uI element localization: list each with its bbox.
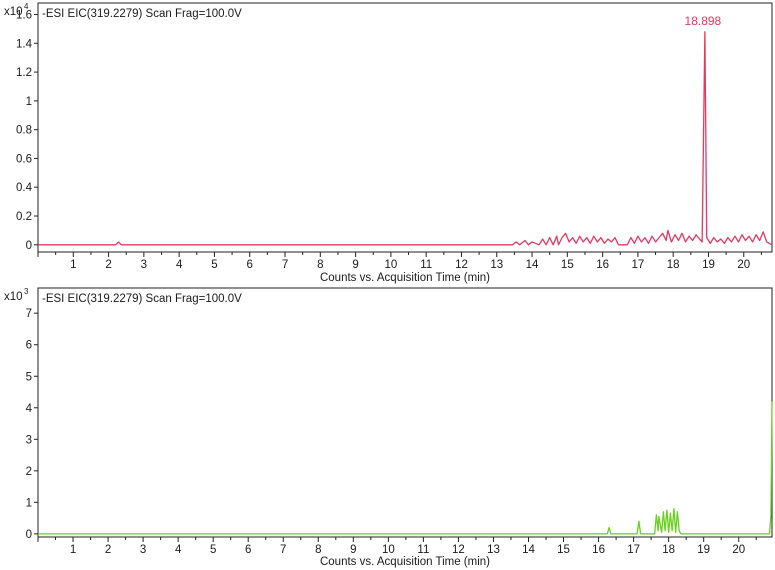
x-tick-label: 15 bbox=[561, 259, 574, 271]
plot-title: -ESI EIC(319.2279) Scan Frag=100.0V bbox=[42, 293, 242, 305]
x-axis-title: Counts vs. Acquisition Time (min) bbox=[320, 556, 490, 568]
x-tick-label: 14 bbox=[522, 544, 535, 556]
x-tick-label: 7 bbox=[282, 259, 288, 271]
y-tick-label: 6 bbox=[26, 340, 32, 352]
x-tick-label: 1 bbox=[70, 259, 76, 271]
y-multiplier-exponent: 3 bbox=[24, 287, 29, 296]
x-tick-label: 9 bbox=[352, 259, 358, 271]
x-tick-label: 10 bbox=[382, 544, 395, 556]
x-tick-label: 20 bbox=[732, 544, 745, 556]
x-tick-label: 20 bbox=[737, 259, 750, 271]
x-tick-label: 6 bbox=[245, 544, 251, 556]
y-tick-label: 1.2 bbox=[16, 67, 32, 79]
x-tick-label: 16 bbox=[592, 544, 605, 556]
x-tick-label: 2 bbox=[105, 259, 111, 271]
plot-title: -ESI EIC(319.2279) Scan Frag=100.0V bbox=[42, 8, 242, 20]
x-tick-label: 1 bbox=[70, 544, 76, 556]
y-tick-label: 0.4 bbox=[16, 182, 33, 194]
x-tick-label: 8 bbox=[315, 544, 321, 556]
eic-chart-top: x10 4 -ESI EIC(319.2279) Scan Frag=100.0… bbox=[4, 2, 773, 284]
x-tick-label: 8 bbox=[317, 259, 323, 271]
y-multiplier-base: x10 bbox=[4, 291, 23, 303]
eic-chart-bottom: x10 3 -ESI EIC(319.2279) Scan Frag=100.0… bbox=[4, 287, 773, 568]
chart-stage: x10 4 -ESI EIC(319.2279) Scan Frag=100.0… bbox=[4, 2, 773, 568]
y-tick-label: 2 bbox=[26, 466, 32, 478]
x-tick-label: 4 bbox=[176, 259, 183, 271]
y-tick-label: 1.6 bbox=[16, 10, 32, 22]
y-tick-label: 0.8 bbox=[16, 125, 32, 137]
x-tick-label: 12 bbox=[455, 259, 468, 271]
x-tick-label: 2 bbox=[105, 544, 111, 556]
x-tick-label: 11 bbox=[417, 544, 429, 556]
series-trace bbox=[38, 401, 773, 535]
x-tick-label: 18 bbox=[667, 259, 680, 271]
x-tick-label: 13 bbox=[487, 544, 500, 556]
x-tick-label: 19 bbox=[702, 259, 715, 271]
x-tick-label: 16 bbox=[596, 259, 609, 271]
plot-frame bbox=[37, 2, 773, 253]
y-axis: 0 1 2 3 4 5 6 7 bbox=[26, 308, 38, 541]
y-tick-label: 3 bbox=[26, 434, 32, 446]
y-tick-label: 0 bbox=[26, 529, 32, 541]
x-tick-label: 3 bbox=[141, 259, 147, 271]
x-tick-label: 13 bbox=[490, 259, 503, 271]
y-axis: 0 0.2 0.4 0.6 0.8 1 1.2 1.4 1.6 bbox=[16, 10, 38, 252]
plot-frame bbox=[37, 287, 773, 538]
x-tick-label: 10 bbox=[384, 259, 397, 271]
x-tick-label: 5 bbox=[211, 259, 217, 271]
x-tick-label: 14 bbox=[526, 259, 539, 271]
y-tick-label: 1 bbox=[26, 497, 32, 509]
series-line bbox=[38, 31, 773, 246]
x-tick-label: 9 bbox=[350, 544, 356, 556]
y-tick-label: 4 bbox=[26, 403, 33, 415]
y-tick-label: 0.6 bbox=[16, 153, 32, 165]
x-tick-label: 17 bbox=[632, 259, 645, 271]
x-tick-label: 7 bbox=[280, 544, 286, 556]
y-tick-label: 1.4 bbox=[16, 38, 33, 50]
peak-label: 18.898 bbox=[685, 14, 722, 28]
y-tick-label: 1 bbox=[26, 96, 32, 108]
x-axis: 1 2 3 4 5 6 7 8 9 10 11 12 13 14 15 16 17 18 19 20 bbox=[37, 252, 762, 271]
x-tick-label: 17 bbox=[627, 544, 640, 556]
series-line bbox=[38, 401, 773, 535]
y-tick-label: 5 bbox=[26, 371, 32, 383]
x-axis: 1 2 3 4 5 6 7 8 9 10 11 12 13 14 15 16 17 18 19 20 bbox=[37, 537, 757, 556]
annotations: 18.898 bbox=[685, 14, 722, 28]
y-tick-label: 0.2 bbox=[16, 211, 32, 223]
x-tick-label: 15 bbox=[557, 544, 570, 556]
x-tick-label: 18 bbox=[662, 544, 675, 556]
y-tick-label: 0 bbox=[26, 240, 32, 252]
y-tick-label: 7 bbox=[26, 308, 32, 320]
x-tick-label: 3 bbox=[140, 544, 146, 556]
x-tick-label: 19 bbox=[697, 544, 710, 556]
x-tick-label: 4 bbox=[175, 544, 182, 556]
x-axis-title: Counts vs. Acquisition Time (min) bbox=[320, 272, 490, 284]
series-trace bbox=[38, 31, 773, 246]
x-tick-label: 12 bbox=[452, 544, 465, 556]
x-tick-label: 11 bbox=[420, 259, 432, 271]
x-tick-label: 5 bbox=[210, 544, 216, 556]
x-tick-label: 6 bbox=[247, 259, 253, 271]
